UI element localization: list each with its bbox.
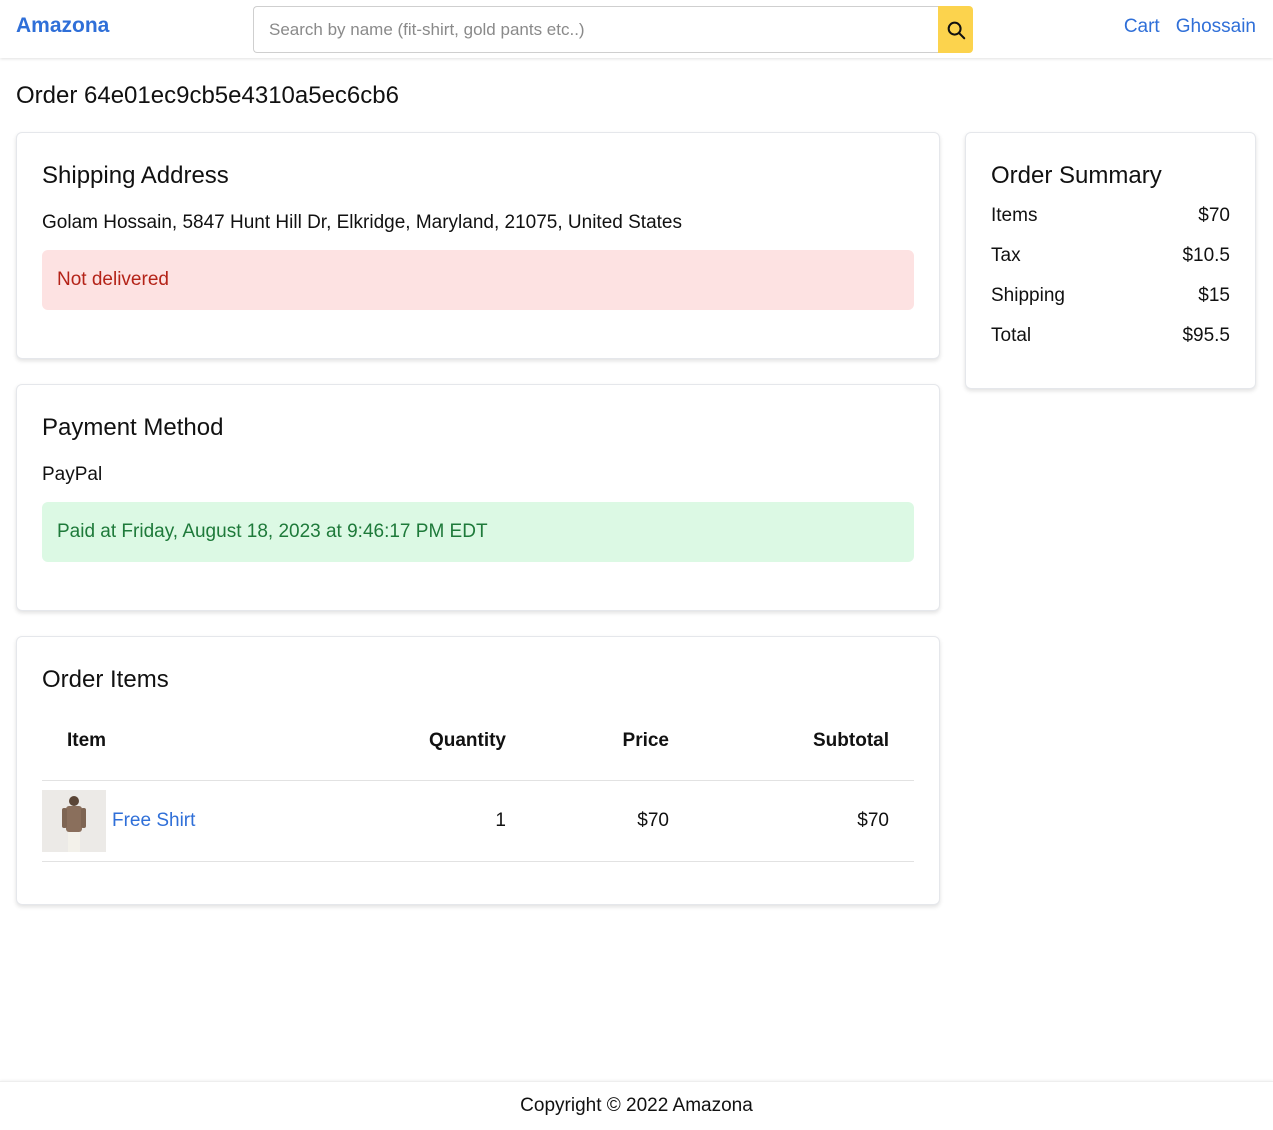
order-summary-heading: Order Summary [991,162,1162,189]
summary-shipping-value: $15 [1198,285,1230,306]
summary-total-value: $95.5 [1182,325,1230,346]
column-header-subtotal: Subtotal [669,702,914,781]
summary-tax-label: Tax [991,245,1021,266]
top-navbar: Amazona Cart Ghossain [0,0,1273,58]
header-nav: Cart Ghossain [1124,16,1256,38]
order-items-card: Order Items Item Quantity Price Subtotal [16,636,940,905]
payment-status-text: Paid at Friday, August 18, 2023 at 9:46:… [57,521,488,542]
summary-items-value: $70 [1198,205,1230,226]
payment-heading: Payment Method [42,414,224,441]
order-items-table: Item Quantity Price Subtotal Free Shirt … [42,702,914,862]
cart-link[interactable]: Cart [1124,16,1160,38]
product-thumbnail-art [42,789,106,852]
search-button[interactable] [938,6,973,53]
price-cell: $70 [506,780,669,862]
column-header-quantity: Quantity [342,702,506,781]
order-summary-card: Order Summary Items $70 Tax $10.5 Shippi… [965,132,1256,389]
shipping-heading: Shipping Address [42,162,229,189]
page-title: Order 64e01ec9cb5e4310a5ec6cb6 [16,82,399,109]
summary-row-shipping: Shipping $15 [991,276,1230,316]
product-thumbnail-image[interactable] [42,789,106,852]
search-input[interactable] [253,6,938,53]
delivery-status-text: Not delivered [57,269,169,290]
product-name-link[interactable]: Free Shirt [112,810,195,832]
item-cell: Free Shirt [42,780,342,862]
shipping-address-card: Shipping Address Golam Hossain, 5847 Hun… [16,132,940,359]
subtotal-cell: $70 [669,780,914,862]
delivery-status-alert: Not delivered [42,250,914,310]
summary-total-label: Total [991,325,1032,346]
page-footer: Copyright © 2022 Amazona [0,1081,1273,1130]
shipping-address-text: Golam Hossain, 5847 Hunt Hill Dr, Elkrid… [42,212,682,233]
summary-items-label: Items [991,205,1038,226]
search-icon [947,21,965,39]
payment-status-alert: Paid at Friday, August 18, 2023 at 9:46:… [42,502,914,562]
summary-row-items: Items $70 [991,196,1230,236]
summary-row-total: Total $95.5 [991,316,1230,356]
table-row: Free Shirt 1 $70 $70 [42,780,914,862]
summary-tax-value: $10.5 [1182,245,1230,266]
payment-method-card: Payment Method PayPal Paid at Friday, Au… [16,384,940,611]
summary-shipping-label: Shipping [991,285,1065,306]
quantity-cell: 1 [342,780,506,862]
summary-row-tax: Tax $10.5 [991,236,1230,276]
column-header-item: Item [42,702,342,781]
search-form [253,6,973,53]
copyright-text: Copyright © 2022 Amazona [520,1095,753,1116]
order-items-heading: Order Items [42,666,169,693]
user-menu-link[interactable]: Ghossain [1176,16,1256,38]
payment-method-text: PayPal [42,464,103,485]
brand-logo-link[interactable]: Amazona [16,14,109,38]
column-header-price: Price [506,702,669,781]
table-header-row: Item Quantity Price Subtotal [42,702,914,781]
